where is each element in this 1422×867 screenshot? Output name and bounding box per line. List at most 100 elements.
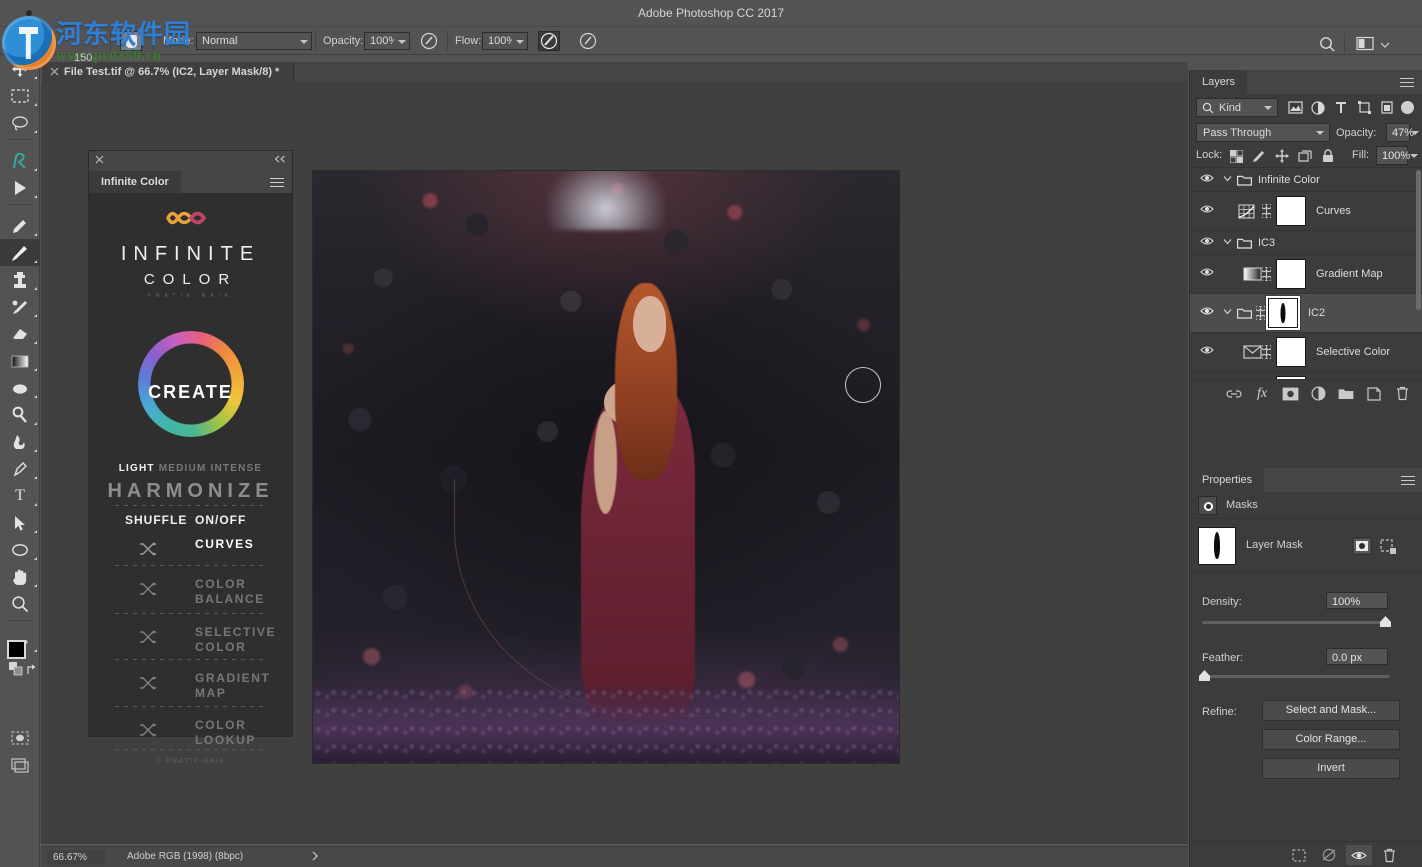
- crop-tool[interactable]: [0, 174, 40, 201]
- adjustment-filter-icon[interactable]: [1309, 99, 1327, 116]
- lock-image-pixels-icon[interactable]: [1250, 148, 1268, 164]
- new-adjustment-layer-icon[interactable]: [1307, 384, 1329, 403]
- brush-tool[interactable]: [0, 239, 40, 266]
- row-color-balance[interactable]: COLOR BALANCE: [89, 575, 292, 617]
- filter-enable-toggle[interactable]: [1401, 101, 1414, 114]
- shape-filter-icon[interactable]: [1355, 99, 1373, 116]
- visibility-toggle-icon[interactable]: [1200, 267, 1214, 281]
- brush-preset-picker[interactable]: [16, 31, 86, 51]
- blend-mode-select[interactable]: Normal: [196, 32, 306, 50]
- layer-list-scrollbar[interactable]: [1416, 170, 1421, 310]
- add-layer-mask-icon[interactable]: [1279, 384, 1301, 403]
- layer-style-fx-icon[interactable]: fx: [1251, 384, 1273, 403]
- close-icon[interactable]: [95, 155, 104, 164]
- row-curves[interactable]: CURVES: [89, 535, 292, 577]
- toggle-curves[interactable]: CURVES: [195, 537, 287, 552]
- level-medium[interactable]: MEDIUM: [159, 463, 207, 474]
- table-row[interactable]: IC3: [1190, 231, 1422, 255]
- feather-input[interactable]: 0.0 px: [1326, 648, 1388, 665]
- harmonize-button[interactable]: HARMONIZE: [89, 480, 292, 503]
- lock-position-icon[interactable]: [1273, 148, 1291, 164]
- shuffle-icon[interactable]: [139, 582, 157, 596]
- select-and-mask-button[interactable]: Select and Mask...: [1262, 700, 1400, 721]
- density-slider-track[interactable]: [1202, 621, 1390, 624]
- status-expand-arrow[interactable]: [311, 851, 319, 861]
- new-group-icon[interactable]: [1335, 384, 1357, 403]
- density-slider-knob[interactable]: [1380, 616, 1391, 627]
- level-intense[interactable]: INTENSE: [210, 463, 262, 474]
- toggle-selective-color[interactable]: SELECTIVE COLOR: [195, 625, 287, 655]
- toggle-mask-icon[interactable]: [1346, 845, 1372, 865]
- table-row[interactable]: Infinite Color: [1190, 168, 1422, 192]
- tab-infinite-color[interactable]: Infinite Color: [89, 171, 181, 193]
- type-filter-icon[interactable]: [1332, 99, 1350, 116]
- horizontal-type-tool[interactable]: T: [0, 482, 40, 509]
- dodge-tool[interactable]: [0, 401, 40, 428]
- workspace-switcher-icon[interactable]: [1356, 36, 1374, 51]
- toggle-color-balance[interactable]: COLOR BALANCE: [195, 577, 287, 607]
- screen-mode-button[interactable]: [0, 751, 40, 778]
- hand-tool[interactable]: [0, 563, 40, 590]
- infinite-color-panel[interactable]: Infinite Color INFINITE COLOR PRATIK NAI…: [88, 150, 293, 737]
- layer-opacity-chevron-down-icon[interactable]: [1409, 123, 1421, 142]
- feather-slider-knob[interactable]: [1199, 670, 1210, 681]
- feather-slider-track[interactable]: [1202, 675, 1390, 678]
- gradient-tool[interactable]: [0, 347, 40, 374]
- visibility-toggle-icon[interactable]: [1200, 204, 1214, 218]
- document-tab[interactable]: File Test.tif @ 66.7% (IC2, Layer Mask/8…: [42, 62, 294, 82]
- tab-layers[interactable]: Layers: [1190, 70, 1247, 94]
- chevron-down-icon[interactable]: [1223, 175, 1233, 185]
- table-row[interactable]: Gradient Map: [1190, 255, 1422, 294]
- foreground-color-swatch[interactable]: [7, 640, 26, 659]
- history-brush-tool[interactable]: [0, 293, 40, 320]
- pixel-filter-icon[interactable]: [1286, 99, 1304, 116]
- row-color-lookup[interactable]: COLOR LOOKUP: [89, 716, 292, 758]
- visibility-toggle-icon[interactable]: [1200, 306, 1214, 320]
- smart-object-filter-icon[interactable]: [1378, 99, 1396, 116]
- shuffle-icon[interactable]: [139, 676, 157, 690]
- visibility-toggle-icon[interactable]: [1200, 345, 1214, 359]
- panel-menu-icon[interactable]: [270, 178, 284, 187]
- pressure-opacity-icon[interactable]: [418, 31, 440, 51]
- brush-preset-thumbnail[interactable]: [120, 31, 142, 51]
- select-pixel-mask-icon[interactable]: [1352, 537, 1374, 556]
- search-icon[interactable]: [1318, 35, 1336, 53]
- link-layers-icon[interactable]: [1223, 384, 1245, 403]
- apply-mask-icon[interactable]: [1316, 845, 1342, 865]
- layer-mask-thumbnail[interactable]: [1276, 259, 1306, 289]
- quick-mask-button[interactable]: [0, 724, 40, 751]
- new-layer-icon[interactable]: [1363, 384, 1385, 403]
- intensity-levels[interactable]: LIGHT MEDIUM INTENSE: [89, 463, 292, 474]
- delete-layer-icon[interactable]: [1391, 384, 1413, 403]
- lasso-tool[interactable]: [0, 109, 40, 136]
- visibility-toggle-icon[interactable]: [1200, 236, 1214, 250]
- layer-blend-mode-select[interactable]: Pass Through: [1196, 123, 1330, 142]
- blend-mode-chevron-down-icon[interactable]: [296, 32, 312, 50]
- lock-artboard-nesting-icon[interactable]: [1296, 148, 1314, 164]
- add-vector-mask-icon[interactable]: [1378, 537, 1400, 556]
- table-row[interactable]: Selective Color: [1190, 333, 1422, 372]
- move-tool[interactable]: [0, 55, 40, 82]
- layer-fill-input[interactable]: 100%: [1376, 146, 1408, 165]
- table-row[interactable]: Color Balance: [1190, 372, 1422, 379]
- visibility-toggle-icon[interactable]: [1200, 173, 1214, 187]
- workspace-chevron-down-icon[interactable]: [1380, 42, 1390, 48]
- clone-stamp-tool[interactable]: [0, 266, 40, 293]
- shuffle-icon[interactable]: [139, 630, 157, 644]
- panel-menu-icon[interactable]: [1400, 78, 1414, 87]
- density-input[interactable]: 100%: [1326, 592, 1388, 609]
- row-gradient-map[interactable]: GRADIENT MAP: [89, 669, 292, 711]
- panel-menu-icon[interactable]: [1401, 476, 1415, 485]
- layer-fill-chevron-down-icon[interactable]: [1408, 146, 1420, 165]
- burn-tool[interactable]: [0, 428, 40, 455]
- flow-chevron-down-icon[interactable]: [512, 32, 528, 50]
- layer-list[interactable]: Infinite Color Curves: [1190, 167, 1422, 379]
- layer-mask-link-icon[interactable]: [1256, 306, 1266, 320]
- layer-opacity-input[interactable]: 47%: [1386, 123, 1410, 142]
- blur-tool[interactable]: [0, 374, 40, 401]
- table-row[interactable]: IC2: [1190, 294, 1422, 333]
- lock-transparent-pixels-icon[interactable]: [1227, 148, 1245, 164]
- ellipse-tool[interactable]: [0, 536, 40, 563]
- opacity-chevron-down-icon[interactable]: [394, 32, 410, 50]
- eraser-tool[interactable]: [0, 320, 40, 347]
